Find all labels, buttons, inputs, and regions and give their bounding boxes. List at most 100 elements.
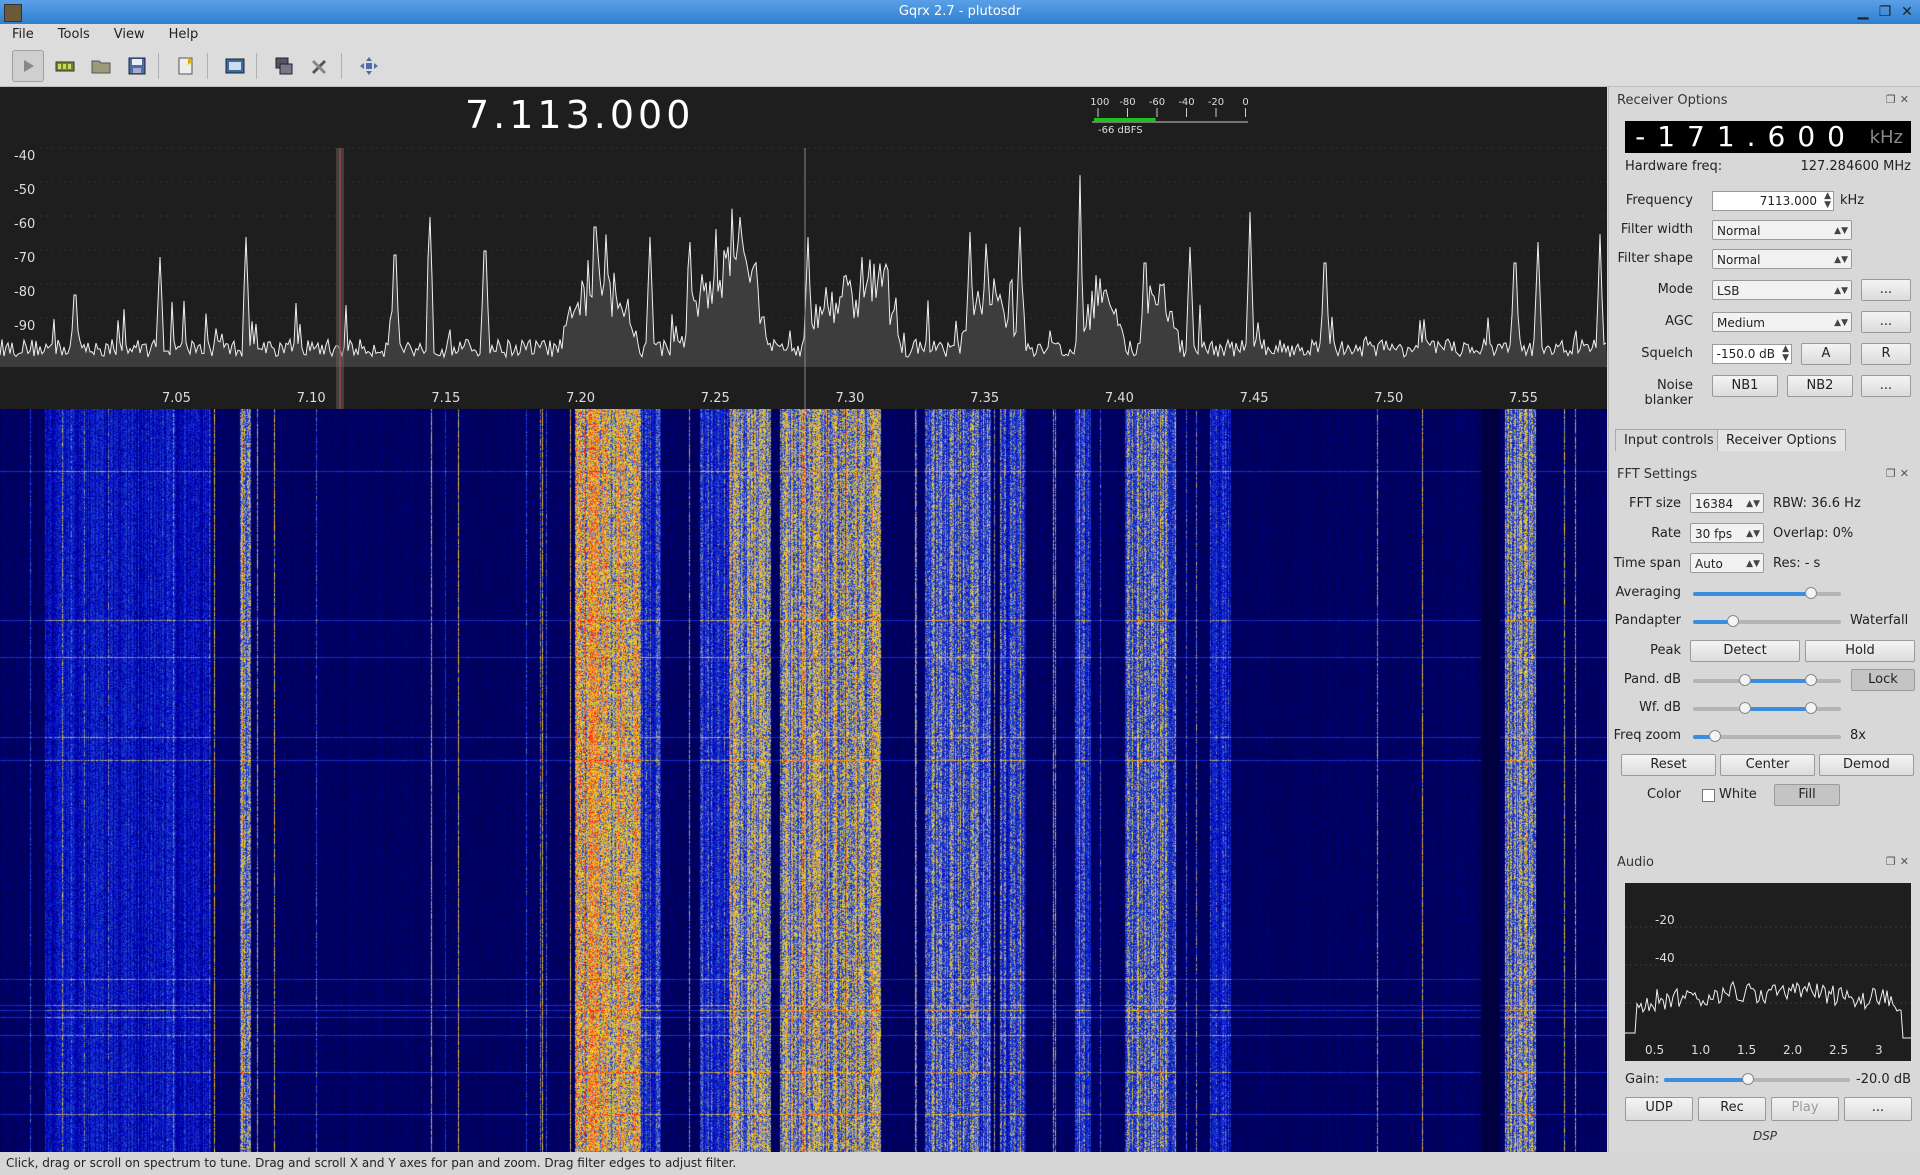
x-axis-label: 7.25 bbox=[700, 391, 730, 406]
averaging-label: Averaging bbox=[1615, 585, 1682, 600]
config-icon[interactable] bbox=[220, 51, 250, 81]
slider-knob[interactable] bbox=[1726, 615, 1739, 627]
menu-view[interactable]: View bbox=[102, 24, 157, 46]
wf-db-label: Wf. dB bbox=[1639, 700, 1681, 715]
pand-db-range-slider[interactable] bbox=[1693, 674, 1841, 686]
frequency-value: 7113.000 bbox=[1759, 194, 1817, 208]
sdr-device-icon[interactable] bbox=[50, 51, 80, 81]
offset-display[interactable]: -171.600 kHz bbox=[1625, 121, 1911, 153]
audio-x-label: 3 bbox=[1875, 1043, 1883, 1057]
squelch-reset-button[interactable]: R bbox=[1861, 343, 1911, 365]
play-icon[interactable] bbox=[12, 50, 44, 82]
nb1-button[interactable]: NB1 bbox=[1712, 375, 1778, 397]
tab-input-controls[interactable]: Input controls bbox=[1615, 429, 1723, 451]
averaging-slider[interactable] bbox=[1693, 587, 1841, 599]
close-icon[interactable]: ✕ bbox=[1900, 0, 1914, 24]
menu-file[interactable]: File bbox=[0, 24, 46, 46]
offset-unit: kHz bbox=[1869, 127, 1903, 148]
menu-help[interactable]: Help bbox=[157, 24, 211, 46]
play-button[interactable]: Play bbox=[1771, 1097, 1839, 1121]
slider-knob-low[interactable] bbox=[1738, 674, 1751, 686]
audio-x-label: 2.0 bbox=[1783, 1043, 1803, 1057]
pandapter-waterfall-split-slider[interactable] bbox=[1693, 615, 1841, 627]
audio-gain-slider[interactable] bbox=[1664, 1073, 1850, 1085]
filter-width-select[interactable]: Normal ▲▼ bbox=[1712, 220, 1852, 240]
udp-button[interactable]: UDP bbox=[1625, 1097, 1693, 1121]
squelch-input[interactable]: -150.0 dB ▲ ▼ bbox=[1712, 344, 1792, 364]
freq-zoom-slider[interactable] bbox=[1693, 730, 1841, 742]
time-span-value: Auto bbox=[1695, 557, 1723, 571]
tab-receiver-options[interactable]: Receiver Options bbox=[1717, 429, 1846, 451]
filter-shape-value: Normal bbox=[1717, 253, 1761, 267]
audio-fft-plot: -20 -40 0.5 1.0 1.5 2.0 2.5 3 bbox=[1625, 883, 1911, 1061]
dock-float-close-icon[interactable]: ❐✕ bbox=[1886, 467, 1913, 480]
reset-button[interactable]: Reset bbox=[1621, 754, 1716, 776]
smeter-level-bar bbox=[1094, 118, 1156, 122]
center-button[interactable]: Center bbox=[1720, 754, 1815, 776]
save-icon[interactable] bbox=[122, 51, 152, 81]
white-checkbox[interactable] bbox=[1702, 789, 1715, 802]
nb-options-button[interactable]: ... bbox=[1861, 375, 1911, 397]
slider-knob[interactable] bbox=[1805, 587, 1818, 599]
peak-hold-button[interactable]: Hold bbox=[1805, 640, 1915, 662]
rate-select[interactable]: 30 fps ▲▼ bbox=[1690, 523, 1764, 543]
smeter-tick-label: -40 bbox=[1178, 97, 1194, 108]
rec-button[interactable]: Rec bbox=[1698, 1097, 1766, 1121]
x-axis-label: 7.35 bbox=[970, 391, 1000, 406]
spectrum-pandapter[interactable]: 7.113.000 -100 -80 -60 -40 -20 0 -66 dBFS -40… bbox=[0, 87, 1607, 409]
smeter-tick-label: -20 bbox=[1208, 97, 1224, 108]
dock-float-close-icon[interactable]: ❐✕ bbox=[1886, 93, 1913, 106]
import-icon[interactable] bbox=[171, 51, 201, 81]
slider-knob[interactable] bbox=[1741, 1073, 1754, 1085]
slider-knob-high[interactable] bbox=[1805, 674, 1818, 686]
lock-button[interactable]: Lock bbox=[1851, 669, 1915, 691]
x-axis-label: 7.30 bbox=[835, 391, 865, 406]
nb2-button[interactable]: NB2 bbox=[1787, 375, 1853, 397]
audio-options-button[interactable]: ... bbox=[1844, 1097, 1912, 1121]
spin-arrows-icon[interactable]: ▲ ▼ bbox=[1824, 192, 1831, 210]
chevron-updown-icon: ▲▼ bbox=[1834, 286, 1848, 296]
rate-value: 30 fps bbox=[1695, 527, 1733, 541]
minimize-icon[interactable]: ▁ bbox=[1856, 0, 1870, 24]
filter-width-label: Filter width bbox=[1620, 222, 1693, 237]
title-bar: Gqrx 2.7 - plutosdr ▁ ❐ ✕ bbox=[0, 0, 1920, 24]
chevron-updown-icon: ▲▼ bbox=[1746, 529, 1760, 539]
fft-size-select[interactable]: 16384 ▲▼ bbox=[1690, 493, 1764, 513]
slider-knob-high[interactable] bbox=[1805, 702, 1818, 714]
s-meter: -100 -80 -60 -40 -20 0 bbox=[1090, 97, 1249, 123]
squelch-auto-button[interactable]: A bbox=[1801, 343, 1851, 365]
filter-shape-select[interactable]: Normal ▲▼ bbox=[1712, 249, 1852, 269]
spin-arrows-icon[interactable]: ▲ ▼ bbox=[1782, 345, 1789, 363]
dock-float-close-icon[interactable]: ❐✕ bbox=[1886, 855, 1913, 868]
dbfs-readout: -66 dBFS bbox=[1098, 125, 1143, 136]
time-span-label: Time span bbox=[1613, 556, 1681, 571]
wf-db-range-slider[interactable] bbox=[1693, 702, 1841, 714]
agc-options-button[interactable]: ... bbox=[1861, 311, 1911, 333]
fill-button[interactable]: Fill bbox=[1774, 784, 1840, 806]
plotter[interactable]: 7.113.000 -100 -80 -60 -40 -20 0 -66 dBFS -40… bbox=[0, 87, 1607, 1152]
slider-knob-low[interactable] bbox=[1738, 702, 1751, 714]
slider-knob[interactable] bbox=[1709, 730, 1722, 742]
mode-options-button[interactable]: ... bbox=[1861, 279, 1911, 301]
chevron-updown-icon: ▲▼ bbox=[1746, 499, 1760, 509]
peak-detect-button[interactable]: Detect bbox=[1690, 640, 1800, 662]
demod-button[interactable]: Demod bbox=[1819, 754, 1914, 776]
audio-x-label: 0.5 bbox=[1645, 1043, 1665, 1057]
network-icon[interactable] bbox=[269, 51, 299, 81]
maximize-icon[interactable]: ❐ bbox=[1878, 0, 1892, 24]
fft-size-value: 16384 bbox=[1695, 497, 1734, 511]
waterfall-canvas[interactable] bbox=[0, 409, 1607, 1152]
tools-icon[interactable] bbox=[305, 51, 335, 81]
y-axis-label: -40 bbox=[14, 149, 36, 164]
fullscreen-icon[interactable] bbox=[354, 51, 384, 81]
mode-select[interactable]: LSB ▲▼ bbox=[1712, 280, 1852, 300]
waterfall[interactable] bbox=[0, 409, 1607, 1152]
time-span-select[interactable]: Auto ▲▼ bbox=[1690, 553, 1764, 573]
agc-select[interactable]: Medium ▲▼ bbox=[1712, 312, 1852, 332]
waterfall-label: Waterfall bbox=[1850, 613, 1909, 628]
filter-width-value: Normal bbox=[1717, 224, 1761, 238]
frequency-input[interactable]: 7113.000 ▲ ▼ bbox=[1712, 191, 1834, 211]
open-folder-icon[interactable] bbox=[86, 51, 116, 81]
y-axis-label: -80 bbox=[14, 285, 36, 300]
menu-tools[interactable]: Tools bbox=[46, 24, 102, 46]
